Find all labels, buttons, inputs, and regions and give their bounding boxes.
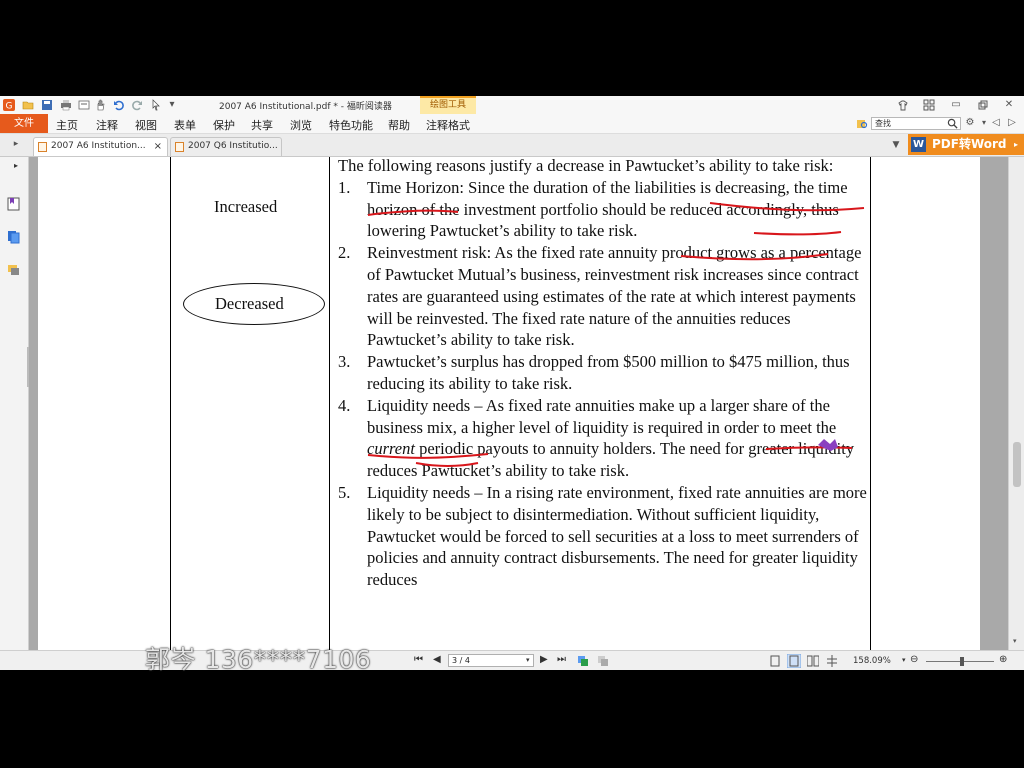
menu-protect[interactable]: 保护 (213, 117, 235, 133)
find-icon[interactable] (856, 118, 868, 130)
skin-icon[interactable] (897, 99, 909, 111)
quick-access-dropdown-icon[interactable]: ▾ (166, 99, 178, 111)
menu-home[interactable]: 主页 (56, 117, 78, 133)
pdf-file-icon (175, 142, 184, 152)
tab-label: 2007 Q6 Institutio... (188, 141, 278, 151)
title-bar: G ▾ 2007 A6 Institutional.pdf * - 福昕阅读器 … (0, 96, 1024, 114)
zoom-in-icon[interactable]: ⊕ (999, 654, 1007, 665)
close-tab-icon[interactable]: × (154, 138, 162, 155)
close-window-icon[interactable]: ✕ (1003, 99, 1015, 111)
bookmark-icon[interactable] (7, 197, 20, 211)
nav-forward-icon[interactable]: ▷ (1006, 117, 1018, 129)
restore-icon[interactable] (977, 99, 989, 111)
pdf-to-word-label: PDF转Word (932, 137, 1007, 151)
zoom-slider-handle[interactable] (960, 657, 964, 666)
menu-share[interactable]: 共享 (251, 117, 273, 133)
zoom-level[interactable]: 158.09% (853, 656, 891, 666)
menu-comment[interactable]: 注释 (96, 117, 118, 133)
list-item: 1. Time Horizon: Since the duration of th… (338, 177, 848, 241)
next-page-icon[interactable]: ▶ (540, 654, 548, 665)
app-logo-icon: G (3, 99, 15, 111)
comments-panel-icon[interactable] (7, 263, 20, 277)
nav-back-icon[interactable]: ◁ (990, 117, 1002, 129)
tab-label: 2007 A6 Institution... (51, 141, 146, 151)
list-item: 5. Liquidity needs – In a rising rate env… (338, 482, 867, 590)
option-increased: Increased (214, 197, 278, 216)
menu-help[interactable]: 帮助 (388, 117, 410, 133)
redo-icon[interactable] (131, 99, 143, 111)
next-view-icon[interactable] (597, 655, 609, 667)
page-dropdown-icon[interactable]: ▾ (526, 656, 530, 664)
list-item: 4. Liquidity needs – As fixed rate annuit… (338, 395, 855, 481)
navigation-panel: ▸ (0, 157, 29, 650)
tab-list-arrow-icon[interactable]: ▸ (10, 138, 22, 150)
single-page-view-icon[interactable] (770, 655, 781, 667)
settings-dropdown-icon[interactable]: ▾ (978, 117, 990, 129)
list-item: 2. Reinvestment risk: As the fixed rate a… (338, 243, 862, 350)
window-title: 2007 A6 Institutional.pdf * - 福昕阅读器 (219, 102, 392, 112)
tab-2007-a6[interactable]: 2007 A6 Institution... × (33, 137, 168, 156)
pdf-to-word-button[interactable]: W PDF转Word ▸ (908, 134, 1024, 155)
undo-icon[interactable] (113, 99, 125, 111)
tab-dropdown-icon[interactable]: ▼ (890, 139, 902, 151)
table-border-middle (329, 157, 330, 650)
print-icon[interactable] (60, 99, 72, 111)
menu-comment-format[interactable]: 注释格式 (426, 117, 470, 133)
properties-icon[interactable] (78, 99, 90, 111)
pdf-to-word-arrow-icon: ▸ (1014, 140, 1019, 149)
pdf-file-icon (38, 142, 47, 152)
word-icon: W (911, 137, 926, 152)
tab-2007-q6[interactable]: 2007 Q6 Institutio... (170, 137, 282, 156)
pdf-page: Increased Decreased The following reason… (38, 157, 980, 650)
zoom-dropdown-icon[interactable]: ▾ (902, 656, 906, 664)
table-border-left (170, 157, 171, 650)
last-page-icon[interactable]: ⏭ (557, 654, 566, 665)
facing-view-icon[interactable] (807, 655, 819, 667)
open-folder-icon[interactable] (22, 99, 34, 111)
foxit-reader-window: G ▾ 2007 A6 Institutional.pdf * - 福昕阅读器 … (0, 96, 1024, 670)
first-page-icon[interactable]: ⏮ (414, 654, 423, 665)
save-icon[interactable] (41, 99, 53, 111)
file-menu-button[interactable]: 文件 (0, 114, 48, 133)
page-number-input[interactable]: 3 / 4 (448, 654, 534, 667)
option-decreased: Decreased (215, 294, 284, 313)
settings-gear-icon[interactable]: ⚙ (964, 117, 976, 129)
scroll-down-arrow-icon[interactable]: ▾ (1013, 637, 1017, 645)
intro-paragraph: The following reasons justify a decrease… (338, 157, 834, 175)
drawing-tools-context-tab[interactable]: 绘图工具 (420, 96, 476, 114)
previous-view-icon[interactable] (577, 655, 589, 667)
menu-view[interactable]: 视图 (135, 117, 157, 133)
menu-features[interactable]: 特色功能 (329, 117, 373, 133)
select-tool-icon[interactable] (150, 99, 162, 111)
continuous-view-icon[interactable] (787, 654, 801, 668)
minimize-icon[interactable]: ▭ (950, 99, 962, 111)
zoom-out-icon[interactable]: ⊖ (910, 654, 918, 665)
svg-text:G: G (6, 102, 13, 112)
answer-text: The following reasons justify a decrease… (338, 157, 868, 591)
menu-browse[interactable]: 浏览 (290, 117, 312, 133)
hand-tool-icon[interactable] (95, 99, 107, 111)
video-watermark: 郭岑 136****7106 (145, 645, 372, 674)
continuous-facing-icon[interactable] (826, 655, 838, 667)
pages-thumbnail-icon[interactable] (7, 230, 20, 244)
layout-grid-icon[interactable] (923, 99, 935, 111)
previous-page-icon[interactable]: ◀ (433, 654, 441, 665)
document-tab-bar: ▸ 2007 A6 Institution... × 2007 Q6 Insti… (0, 134, 1024, 157)
table-border-right (870, 157, 871, 650)
document-viewport[interactable]: Increased Decreased The following reason… (29, 157, 1008, 650)
list-item: 3. Pawtucket’s surplus has dropped from $… (338, 352, 850, 393)
search-icon[interactable] (947, 118, 958, 129)
expand-panel-arrow-icon[interactable]: ▸ (14, 161, 18, 170)
vertical-scrollbar[interactable]: ▾ (1008, 157, 1024, 650)
menu-form[interactable]: 表单 (174, 117, 196, 133)
scrollbar-thumb[interactable] (1013, 442, 1021, 487)
ribbon-menu-bar: 文件 主页 注释 视图 表单 保护 共享 浏览 特色功能 帮助 注释格式 查找 … (0, 114, 1024, 134)
